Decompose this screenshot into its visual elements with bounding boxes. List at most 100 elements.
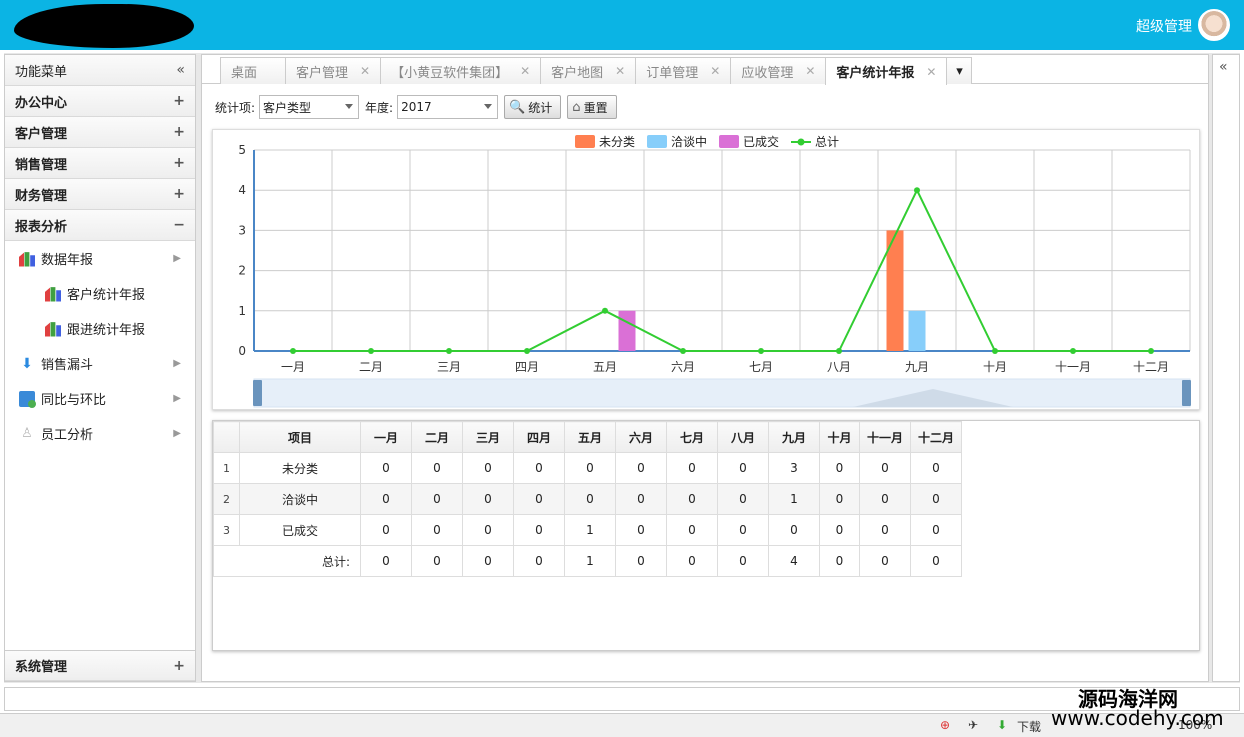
y-tick-label: 3 [238,223,246,237]
total-cell: 0 [666,545,718,577]
sidebar-item-data-annual[interactable]: 数据年报 ▶ [5,241,195,276]
expand-icon[interactable]: + [173,155,185,171]
column-header[interactable]: 二月 [411,421,463,453]
close-icon[interactable]: ✕ [805,64,815,78]
stat-button-label: 统计 [528,100,553,115]
group-label: 客户管理 [15,126,68,142]
collapse-icon[interactable]: − [173,217,185,233]
column-header[interactable]: 十月 [819,421,860,453]
datazoom-handle-left [253,380,262,406]
right-collapsed-panel: « [1212,54,1240,682]
column-header[interactable]: 六月 [615,421,667,453]
tab-company[interactable]: 【小黄豆软件集团】 ✕ [380,57,542,84]
user-avatar[interactable] [1198,9,1230,41]
column-header[interactable]: 八月 [717,421,769,453]
caret-down-icon [484,104,493,109]
sidebar-item-staff-analysis[interactable]: ♙ 员工分析 ▶ [5,416,195,451]
sidebar-group-finance[interactable]: 财务管理 + [5,179,195,210]
expand-icon[interactable]: + [173,186,185,202]
chevron-right-icon: ▶ [173,428,181,439]
year-select[interactable]: 2017 [397,95,499,119]
sidebar-item-label: 跟进统计年报 [67,323,146,338]
sidebar-group-customer[interactable]: 客户管理 + [5,117,195,148]
sidebar-item-customer-annual[interactable]: 客户统计年报 [5,276,195,311]
expand-icon[interactable]: + [173,93,185,109]
expand-icon[interactable]: + [173,658,185,674]
stat-item-select[interactable]: 客户类型 [259,95,360,119]
pin-icon[interactable]: ✈ [968,718,978,732]
column-header[interactable]: 四月 [513,421,565,453]
total-point [368,348,374,354]
sidebar-title: 功能菜单 « [5,55,195,86]
legend-label: 总计 [815,135,839,149]
logo-redacted [14,4,194,48]
column-header[interactable]: 九月 [768,421,820,453]
table-row[interactable]: 3 已成交 0 0 0 0 1 0 0 0 0 0 0 0 [213,514,962,546]
table-cell: 未分类 [239,452,361,484]
total-point [914,187,920,194]
row-number: 3 [213,514,240,546]
expand-icon[interactable]: + [173,124,185,140]
column-header[interactable]: 十一月 [859,421,911,453]
table-row[interactable]: 2 洽谈中 0 0 0 0 0 0 0 0 1 0 0 0 [213,483,962,515]
bar-1 [908,310,926,351]
total-cell: 0 [360,545,412,577]
total-cell: 0 [462,545,514,577]
close-icon[interactable]: ✕ [360,64,370,78]
expand-panel-icon[interactable]: « [1219,59,1228,75]
total-point [446,348,452,354]
sidebar-group-office[interactable]: 办公中心 + [5,86,195,117]
total-point [992,348,998,354]
legend-label: 洽谈中 [671,134,707,149]
tab-receivables[interactable]: 应收管理 ✕ [730,57,827,84]
table-cell: 0 [910,483,962,515]
column-header[interactable]: 七月 [666,421,718,453]
table-cell: 0 [615,452,667,484]
total-cell: 0 [615,545,667,577]
filter-toolbar: 统计项: 客户类型 年度: 2017 🔍 统计 ⌂ 重置 [215,95,617,119]
search-icon: 🔍 [509,99,526,115]
sidebar-item-sales-funnel[interactable]: ⬇ 销售漏斗 ▶ [5,346,195,381]
total-cell: 0 [513,545,565,577]
close-icon[interactable]: ✕ [710,64,720,78]
collapse-sidebar-icon[interactable]: « [176,62,185,78]
total-cell: 0 [411,545,463,577]
stat-button[interactable]: 🔍 统计 [504,95,562,119]
download-label[interactable]: 下载 [1017,718,1041,735]
table-cell: 0 [360,483,412,515]
legend-swatch [647,135,667,148]
sidebar-group-reports[interactable]: 报表分析 − [5,210,195,241]
addon-icon[interactable]: ⊕ [940,718,950,732]
x-tick-label: 九月 [905,360,929,374]
column-header[interactable]: 十二月 [910,421,962,453]
close-icon[interactable]: ✕ [926,65,936,79]
x-tick-label: 七月 [749,360,773,374]
tab-customer-map[interactable]: 客户地图 ✕ [540,57,637,84]
sidebar-item-label: 员工分析 [41,428,94,443]
column-header[interactable]: 三月 [462,421,514,453]
sidebar-group-sales[interactable]: 销售管理 + [5,148,195,179]
sidebar-item-followup-annual[interactable]: 跟进统计年报 [5,311,195,346]
user-name[interactable]: 超级管理 [1136,16,1192,36]
app-header: 超级管理 [0,0,1244,50]
legend-swatch-dot [797,138,805,146]
download-icon[interactable]: ⬇ [997,718,1007,732]
close-icon[interactable]: ✕ [615,64,625,78]
sidebar-group-system[interactable]: 系统管理 + [5,650,195,681]
tab-menu-dropdown[interactable]: ▾ [946,57,973,84]
total-cell: 1 [564,545,616,577]
tab-order-mgmt[interactable]: 订单管理 ✕ [635,57,732,84]
chart-icon [19,252,35,267]
column-header[interactable]: 五月 [564,421,616,453]
table-cell: 0 [513,452,565,484]
table-row[interactable]: 1 未分类 0 0 0 0 0 0 0 0 3 0 0 0 [213,452,962,484]
row-number: 1 [213,452,240,484]
close-icon[interactable]: ✕ [520,64,530,78]
column-header[interactable]: 一月 [360,421,412,453]
reset-button[interactable]: ⌂ 重置 [567,95,617,119]
tab-desktop[interactable]: 桌面 [220,57,286,84]
tab-customer-annual[interactable]: 客户统计年报 ✕ [825,57,948,85]
tab-customer-mgmt[interactable]: 客户管理 ✕ [285,57,382,84]
sidebar-item-yoy[interactable]: 同比与环比 ▶ [5,381,195,416]
column-header[interactable]: 项目 [239,421,361,453]
